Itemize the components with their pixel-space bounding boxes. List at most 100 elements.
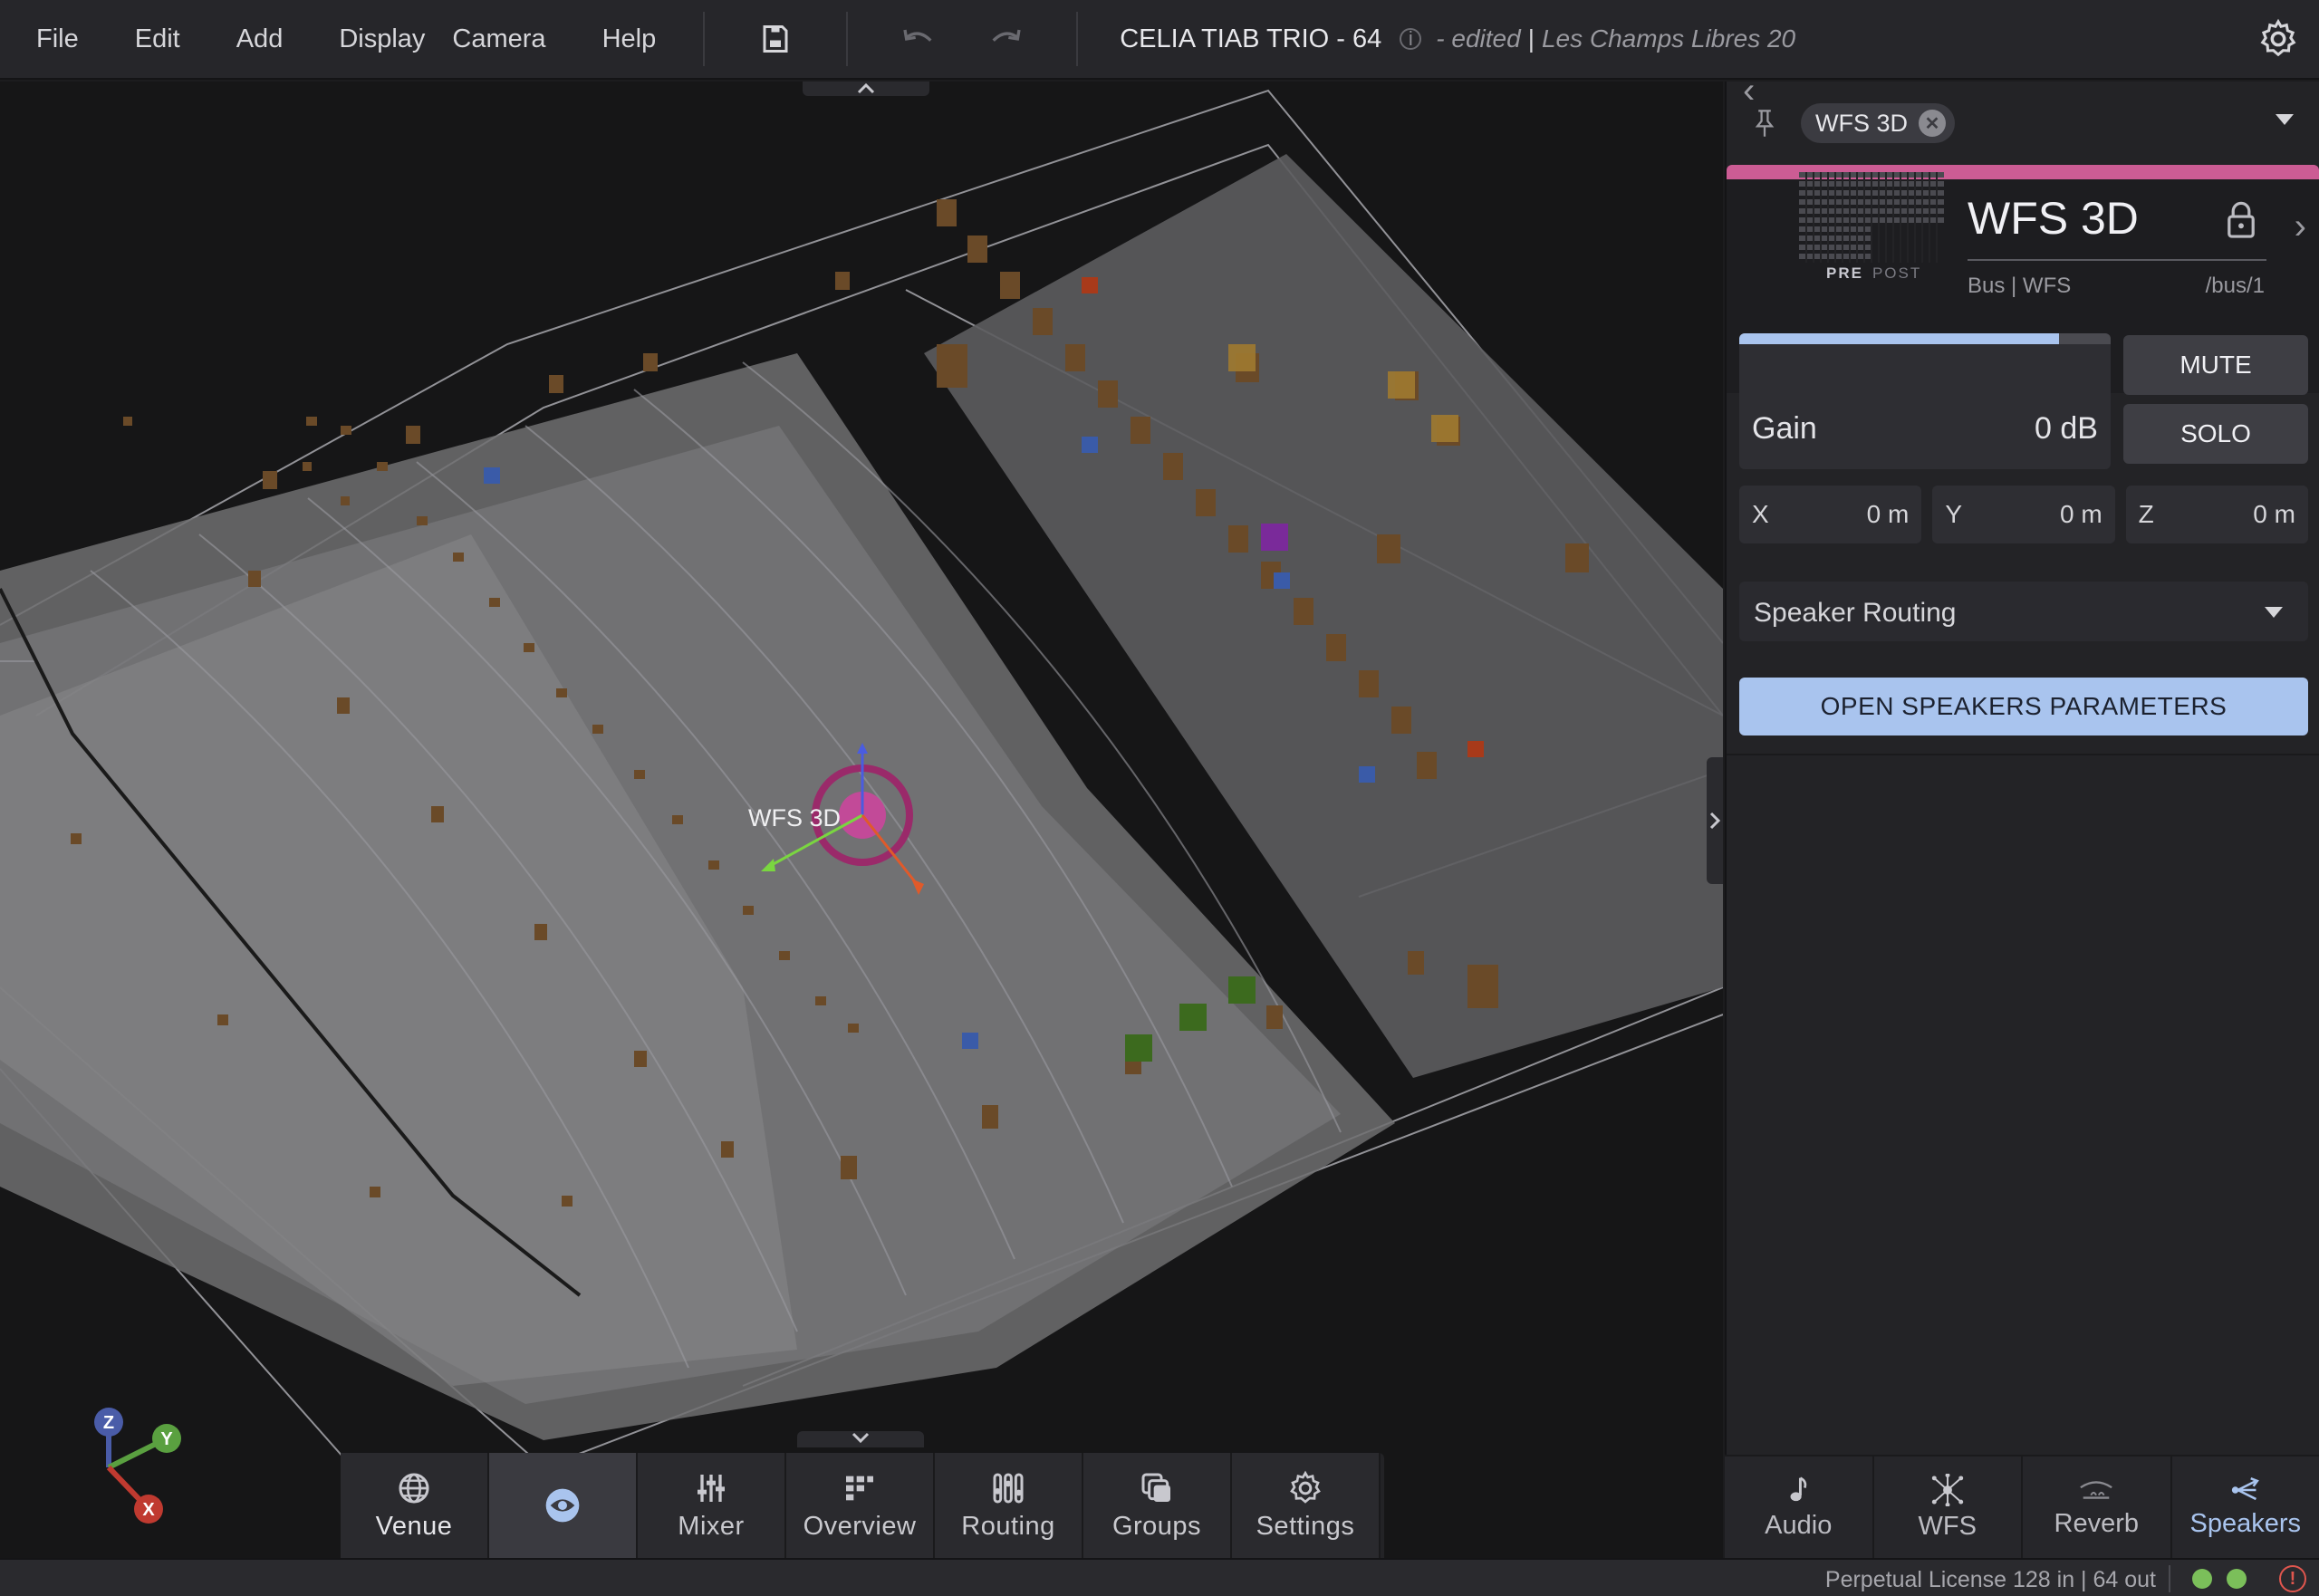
position-row: X 0 m Y 0 m Z 0 m — [1739, 486, 2308, 543]
open-speakers-parameters-button[interactable]: OPEN SPEAKERS PARAMETERS — [1739, 678, 2308, 736]
selection-chip[interactable]: WFS 3D ✕ — [1801, 103, 1956, 143]
groups-icon — [1141, 1473, 1170, 1502]
dock-groups-label: Groups — [1111, 1511, 1202, 1541]
level-meter — [1799, 172, 1944, 263]
lock-icon[interactable] — [2225, 199, 2257, 239]
position-z-field[interactable]: Z 0 m — [2125, 486, 2308, 543]
close-icon[interactable]: ✕ — [1919, 110, 1947, 137]
routing-icon — [993, 1473, 1024, 1503]
tab-audio[interactable]: Audio — [1725, 1457, 1874, 1558]
menu-display[interactable]: Display — [339, 24, 425, 54]
track-osc-path: /bus/1 — [2205, 274, 2265, 298]
position-z-label: Z — [2138, 500, 2154, 528]
mute-button[interactable]: MUTE — [2123, 335, 2308, 395]
dock-routing-button[interactable]: Routing — [935, 1453, 1083, 1558]
toolbar-divider — [846, 12, 849, 66]
axis-gizmo: Z Y X — [82, 1386, 208, 1531]
toolbar-divider — [703, 12, 706, 66]
title-separator: | — [1527, 24, 1535, 53]
menu-camera[interactable]: Camera — [452, 24, 545, 54]
status-divider — [2169, 1565, 2170, 1592]
position-x-label: X — [1752, 500, 1769, 528]
dock-settings-button[interactable]: Settings — [1232, 1453, 1381, 1558]
track-name-underline — [1968, 259, 2266, 261]
pre-post-toggle[interactable]: PRE POST — [1826, 264, 1921, 283]
tab-wfs[interactable]: WFS — [1874, 1457, 2023, 1558]
selected-object-label: WFS 3D — [748, 804, 842, 832]
position-z-value[interactable]: 0 m — [2253, 500, 2295, 529]
post-label[interactable]: POST — [1872, 264, 1921, 282]
position-x-value[interactable]: 0 m — [1867, 500, 1910, 529]
speakers-icon — [2231, 1476, 2259, 1500]
menu-add[interactable]: Add — [236, 24, 284, 54]
menu-edit[interactable]: Edit — [135, 24, 180, 54]
tab-reverb-label: Reverb — [2054, 1508, 2140, 1538]
tab-speakers[interactable]: Speakers — [2172, 1457, 2319, 1558]
note-icon — [1790, 1476, 1807, 1501]
selection-chip-label: WFS 3D — [1815, 109, 1909, 137]
overview-icon — [846, 1476, 873, 1500]
venue-name: Les Champs Libres 20 — [1541, 24, 1796, 53]
dock-settings-label: Settings — [1256, 1511, 1355, 1541]
track-name[interactable]: WFS 3D — [1968, 192, 2139, 245]
dock-overview-label: Overview — [803, 1511, 917, 1541]
gear-icon — [1290, 1470, 1321, 1504]
chevron-left-icon[interactable]: ‹ — [1743, 71, 1755, 111]
gain-slider-fill[interactable] — [1739, 333, 2059, 344]
status-indicator-output — [2227, 1569, 2247, 1589]
wfs-icon — [1931, 1473, 1963, 1506]
axis-y-label: Y — [160, 1429, 173, 1449]
pin-icon[interactable] — [1752, 108, 1777, 139]
reverb-icon — [2080, 1480, 2113, 1499]
gain-control[interactable]: Gain 0 dB — [1739, 333, 2111, 469]
globe-icon — [399, 1473, 429, 1503]
inspector-panel: WFS 3D ✕ ‹ › PRE POST WFS 3D Bus | WFS /b… — [1725, 71, 2319, 1558]
dock-mixer-button[interactable]: Mixer — [638, 1453, 786, 1558]
panel-divider — [1727, 754, 2319, 755]
tab-audio-label: Audio — [1765, 1510, 1833, 1540]
dock-view-button[interactable] — [489, 1453, 638, 1558]
inspector-header: WFS 3D ✕ — [1727, 82, 2319, 165]
dock-routing-label: Routing — [961, 1511, 1055, 1541]
collapse-top-handle[interactable] — [803, 82, 929, 96]
axis-x-label: X — [142, 1500, 155, 1520]
chevron-down-icon[interactable] — [2276, 114, 2294, 125]
venue-3d-viewport[interactable]: WFS 3D Z Y X — [0, 82, 1723, 1558]
chevron-down-icon — [2265, 607, 2283, 618]
position-y-field[interactable]: Y 0 m — [1932, 486, 2115, 543]
menu-help[interactable]: Help — [602, 24, 657, 54]
position-x-field[interactable]: X 0 m — [1739, 486, 1922, 543]
mixer-icon — [698, 1474, 725, 1502]
gear-icon[interactable] — [2257, 18, 2299, 60]
collapse-bottom-handle[interactable] — [797, 1431, 924, 1447]
chevron-right-icon[interactable]: › — [2295, 207, 2306, 247]
status-indicator-input — [2192, 1569, 2212, 1589]
tab-reverb[interactable]: Reverb — [2023, 1457, 2172, 1558]
solo-button[interactable]: SOLO — [2123, 404, 2308, 464]
menu-file[interactable]: File — [36, 24, 79, 54]
dock-overview-button[interactable]: Overview — [786, 1453, 935, 1558]
dock-mixer-label: Mixer — [678, 1511, 745, 1541]
pre-label[interactable]: PRE — [1826, 264, 1863, 282]
tab-wfs-label: WFS — [1918, 1511, 1977, 1541]
eye-icon — [545, 1488, 580, 1523]
dock-venue-button[interactable]: Venue — [341, 1453, 489, 1558]
axis-z-label: Z — [103, 1413, 114, 1433]
redo-icon[interactable] — [986, 19, 1025, 59]
save-icon[interactable] — [755, 19, 795, 59]
speaker-routing-label: Speaker Routing — [1754, 598, 1957, 628]
inspector-tabs: Audio WFS Reverb Speakers — [1725, 1455, 2319, 1558]
speaker-routing-select[interactable]: Speaker Routing — [1739, 582, 2308, 641]
bottom-dock: Venue Mixer Overview Routing Groups Sett… — [341, 1453, 1384, 1558]
venue-scene[interactable] — [0, 82, 1723, 1558]
gain-value[interactable]: 0 dB — [2035, 411, 2098, 447]
warning-icon[interactable]: ! — [2279, 1565, 2306, 1592]
gain-row: Gain 0 dB MUTE SOLO — [1739, 333, 2308, 469]
undo-icon[interactable] — [899, 19, 938, 59]
track-type: Bus | WFS — [1968, 274, 2072, 298]
info-icon[interactable]: i — [1400, 27, 1422, 50]
dock-groups-button[interactable]: Groups — [1083, 1453, 1232, 1558]
collapse-right-handle[interactable] — [1707, 757, 1723, 884]
position-y-value[interactable]: 0 m — [2060, 500, 2102, 529]
document-title: CELIA TIAB TRIO - 64 — [1120, 24, 1382, 53]
